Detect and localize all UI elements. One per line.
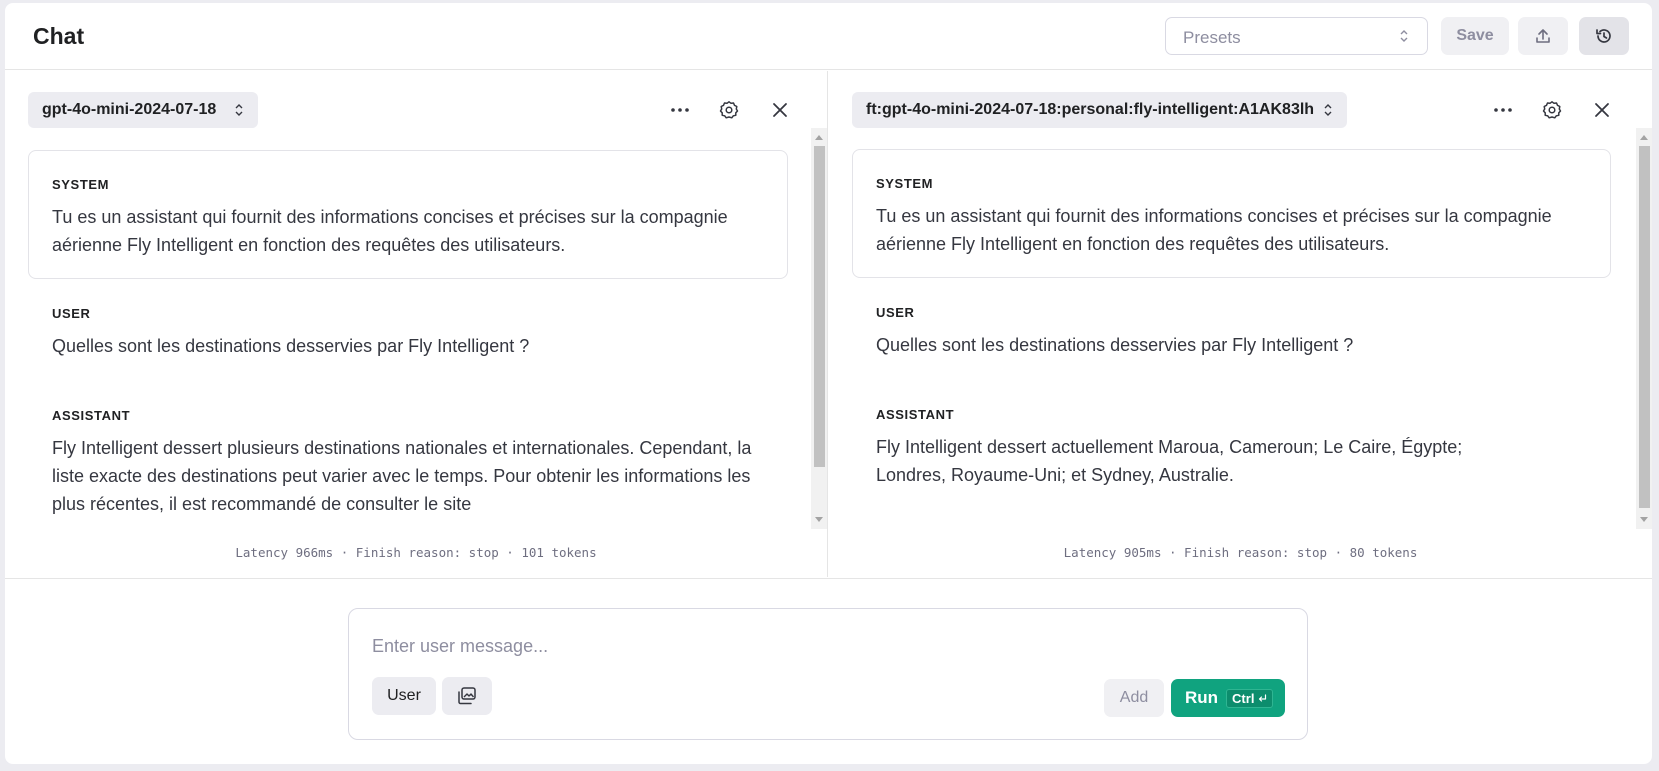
history-icon [1596,29,1611,43]
add-image-button[interactable] [442,677,492,715]
message-text[interactable]: Quelles sont les destinations desservies… [52,332,742,360]
message-list[interactable]: SYSTEM Tu es un assistant qui fournit de… [5,128,827,529]
chevron-updown-icon [235,104,243,116]
scrollbar[interactable] [1636,128,1652,529]
scroll-up-arrow[interactable] [1640,135,1648,140]
close-icon [1595,103,1609,117]
compare-panel-left: gpt-4o-mini-2024-07-18 SYSTEM Tu es un a… [5,71,828,577]
save-button[interactable]: Save [1441,17,1509,55]
scroll-down-arrow[interactable] [1640,517,1648,522]
composer-area: User Add Run Ctrl [5,578,1652,764]
role-toggle-button[interactable]: User [372,677,436,715]
user-message-input[interactable] [372,631,1272,661]
role-label: SYSTEM [52,177,110,192]
role-label[interactable]: USER [52,306,91,321]
playground-window: Chat Presets Save gpt-4o-mini-2024-07-18 [5,3,1652,764]
upload-icon [1536,29,1550,43]
add-message-button[interactable]: Add [1104,679,1164,717]
keyboard-shortcut: Ctrl [1226,688,1274,708]
close-panel-button[interactable] [764,94,796,126]
message-text[interactable]: Tu es un assistant qui fournit des infor… [876,202,1566,258]
export-button[interactable] [1518,17,1568,55]
response-stats: Latency 905ms · Finish reason: stop · 80… [1063,545,1418,560]
chevron-updown-icon [1324,104,1332,116]
shortcut-key: Ctrl [1232,690,1255,706]
run-label: Run [1185,688,1219,707]
message-list[interactable]: SYSTEM Tu es un assistant qui fournit de… [829,128,1652,529]
presets-placeholder: Presets [1183,28,1241,47]
close-icon [773,103,787,117]
scroll-down-arrow[interactable] [815,517,823,522]
gear-icon [1542,101,1562,119]
chevron-updown-icon [1400,30,1408,42]
scrollbar-thumb[interactable] [814,146,825,467]
role-label[interactable]: USER [876,305,915,320]
message-text[interactable]: Tu es un assistant qui fournit des infor… [52,203,742,259]
history-button[interactable] [1579,17,1629,55]
role-label[interactable]: ASSISTANT [876,407,954,422]
model-select[interactable]: gpt-4o-mini-2024-07-18 [28,92,258,128]
compare-panel-right: ft:gpt-4o-mini-2024-07-18:personal:fly-i… [829,71,1652,577]
message-text[interactable]: Quelles sont les destinations desservies… [876,331,1566,359]
page-title: Chat [33,23,85,49]
settings-button[interactable] [1536,94,1568,126]
run-button[interactable]: Run Ctrl [1171,679,1285,717]
scrollbar[interactable] [811,128,827,529]
composer: User Add Run Ctrl [348,608,1308,740]
message-text[interactable]: Fly Intelligent dessert actuellement Mar… [876,433,1516,489]
more-options-button[interactable] [664,94,696,126]
gear-icon [719,101,739,119]
more-icon [1494,108,1512,112]
enter-key-icon [1259,693,1267,702]
header: Chat Presets Save [5,3,1652,70]
images-icon [458,687,476,705]
model-name: gpt-4o-mini-2024-07-18 [42,101,217,118]
scrollbar-thumb[interactable] [1639,146,1650,508]
role-label: SYSTEM [876,176,934,191]
more-icon [671,108,689,112]
response-stats: Latency 966ms · Finish reason: stop · 10… [235,545,597,560]
scroll-up-arrow[interactable] [815,135,823,140]
close-panel-button[interactable] [1586,94,1618,126]
message-text[interactable]: Fly Intelligent dessert plusieurs destin… [52,434,752,518]
role-label[interactable]: ASSISTANT [52,408,130,423]
more-options-button[interactable] [1487,94,1519,126]
model-select[interactable]: ft:gpt-4o-mini-2024-07-18:personal:fly-i… [852,92,1347,128]
settings-button[interactable] [713,94,745,126]
presets-select[interactable]: Presets [1165,17,1428,55]
model-name: ft:gpt-4o-mini-2024-07-18:personal:fly-i… [866,101,1315,118]
